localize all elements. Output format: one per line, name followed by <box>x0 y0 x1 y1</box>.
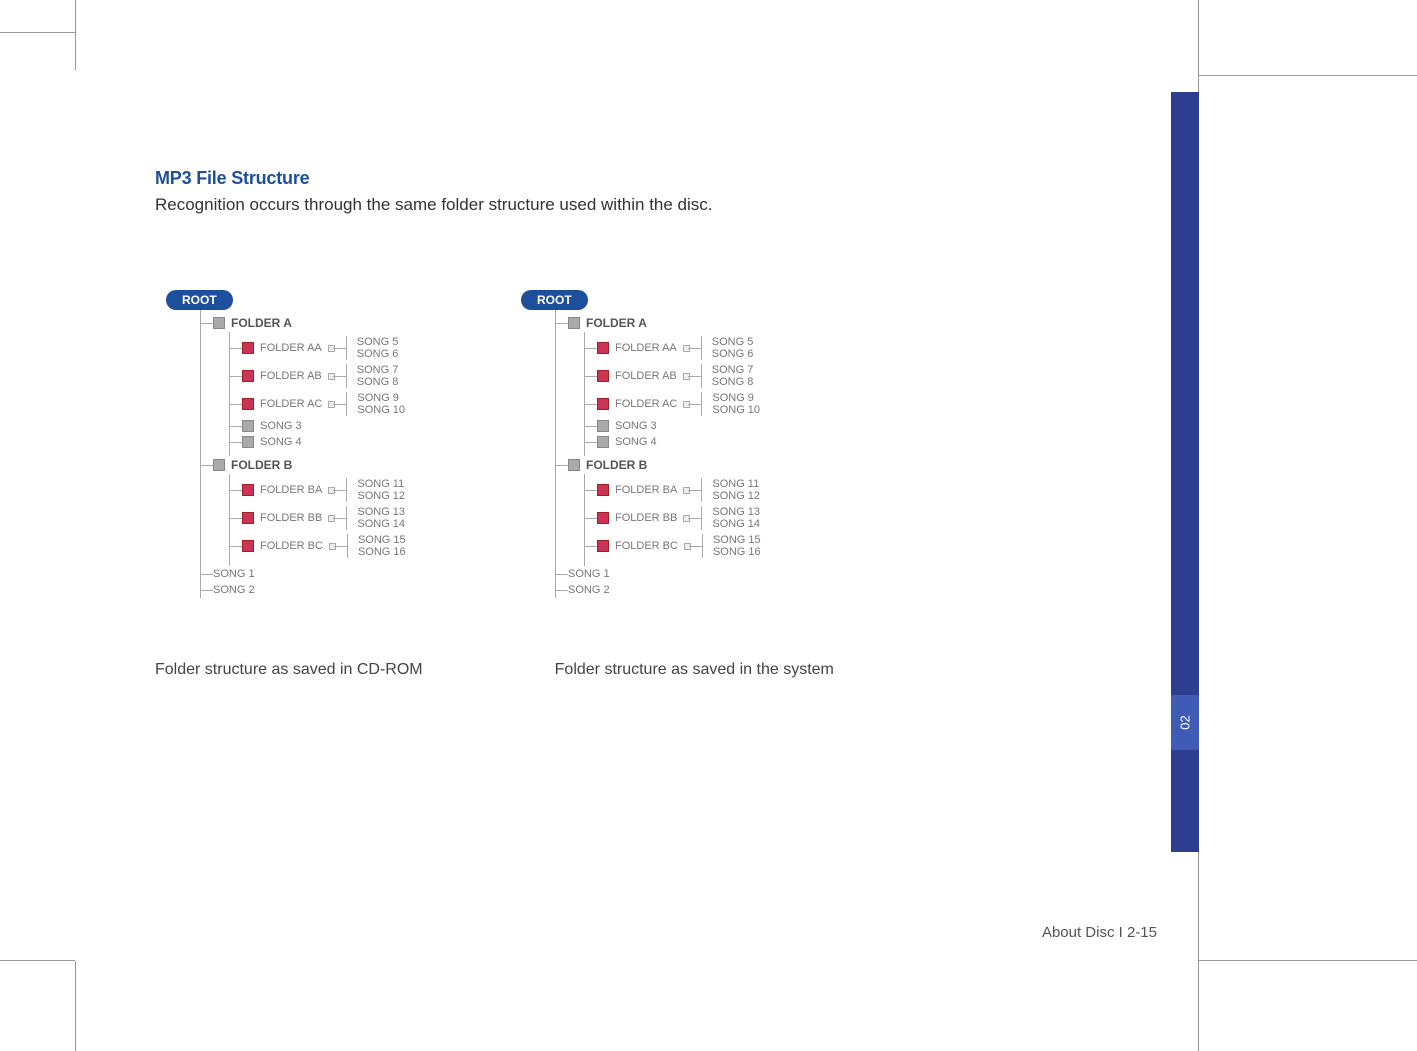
root-node: ROOT <box>521 290 588 310</box>
folder-ba-label: FOLDER BA <box>260 484 322 496</box>
folder-icon <box>568 459 580 471</box>
song-label: SONG 8 <box>712 376 754 388</box>
crop-mark <box>0 960 75 961</box>
file-icon <box>597 436 609 448</box>
song-label: SONG 15 <box>713 534 761 546</box>
song-label: SONG 16 <box>713 546 761 558</box>
folder-ac-label: FOLDER AC <box>260 398 322 410</box>
folder-ba-label: FOLDER BA <box>615 484 677 496</box>
song-label: SONG 11 <box>357 478 405 490</box>
root-node: ROOT <box>166 290 233 310</box>
folder-bb-label: FOLDER BB <box>615 512 677 524</box>
folder-ac-label: FOLDER AC <box>615 398 677 410</box>
folder-icon <box>213 459 225 471</box>
section-title: MP3 File Structure <box>155 168 1155 189</box>
folder-icon <box>242 398 254 410</box>
song-label: SONG 11 <box>712 478 760 490</box>
crop-mark <box>75 961 76 1051</box>
song-label: SONG 4 <box>260 436 302 448</box>
song-label: SONG 14 <box>712 518 760 530</box>
song-label: SONG 10 <box>712 404 760 416</box>
song-label: SONG 13 <box>712 506 760 518</box>
song-label: SONG 14 <box>357 518 405 530</box>
folder-icon <box>597 342 609 354</box>
file-icon <box>242 420 254 432</box>
folder-icon <box>597 398 609 410</box>
file-icon <box>242 436 254 448</box>
folder-icon <box>597 512 609 524</box>
folder-a-label: FOLDER A <box>231 316 292 330</box>
folder-aa-label: FOLDER AA <box>260 342 322 354</box>
folder-ab-label: FOLDER AB <box>615 370 677 382</box>
folder-icon <box>242 512 254 524</box>
folder-icon <box>597 370 609 382</box>
song-label: SONG 7 <box>357 364 399 376</box>
page-footer: About Disc I 2-15 <box>1042 924 1157 941</box>
folder-b-label: FOLDER B <box>586 458 647 472</box>
folder-bc-label: FOLDER BC <box>260 540 323 552</box>
song-label: SONG 12 <box>712 490 760 502</box>
song-label: SONG 3 <box>260 420 302 432</box>
song-label: SONG 5 <box>712 336 754 348</box>
folder-icon <box>568 317 580 329</box>
file-icon <box>597 420 609 432</box>
song-label: SONG 8 <box>357 376 399 388</box>
section-description: Recognition occurs through the same fold… <box>155 195 1155 215</box>
crop-mark <box>0 32 75 33</box>
song-label: SONG 16 <box>358 546 406 558</box>
folder-icon <box>597 484 609 496</box>
song-label: SONG 10 <box>357 404 405 416</box>
folder-icon <box>242 370 254 382</box>
chapter-tab-label: 02 <box>1178 715 1193 729</box>
folder-bc-label: FOLDER BC <box>615 540 678 552</box>
song-label: SONG 1 <box>213 568 255 580</box>
folder-icon <box>242 540 254 552</box>
song-label: SONG 2 <box>568 584 610 596</box>
folder-structure-diagrams: ROOT FOLDER A FOLDER AA SONG 5SONG 6 FOL… <box>155 285 1155 603</box>
song-label: SONG 5 <box>357 336 399 348</box>
song-label: SONG 4 <box>615 436 657 448</box>
crop-mark <box>1199 960 1417 961</box>
song-label: SONG 13 <box>357 506 405 518</box>
chapter-tab: 02 <box>1171 695 1199 750</box>
song-label: SONG 1 <box>568 568 610 580</box>
folder-a-label: FOLDER A <box>586 316 647 330</box>
tree-system: ROOT FOLDER A FOLDER AA SONG 5SONG 6 FOL… <box>510 285 840 603</box>
song-label: SONG 12 <box>357 490 405 502</box>
song-label: SONG 9 <box>357 392 405 404</box>
song-label: SONG 3 <box>615 420 657 432</box>
folder-icon <box>242 342 254 354</box>
song-label: SONG 9 <box>712 392 760 404</box>
crop-mark <box>1199 75 1417 76</box>
song-label: SONG 6 <box>357 348 399 360</box>
caption-right: Folder structure as saved in the system <box>555 661 834 679</box>
folder-bb-label: FOLDER BB <box>260 512 322 524</box>
crop-mark <box>75 0 76 70</box>
folder-ab-label: FOLDER AB <box>260 370 322 382</box>
song-label: SONG 6 <box>712 348 754 360</box>
folder-aa-label: FOLDER AA <box>615 342 677 354</box>
caption-left: Folder structure as saved in CD-ROM <box>155 661 423 679</box>
tree-cdrom: ROOT FOLDER A FOLDER AA SONG 5SONG 6 FOL… <box>155 285 485 603</box>
song-label: SONG 7 <box>712 364 754 376</box>
song-label: SONG 2 <box>213 584 255 596</box>
song-label: SONG 15 <box>358 534 406 546</box>
folder-icon <box>242 484 254 496</box>
folder-b-label: FOLDER B <box>231 458 292 472</box>
folder-icon <box>213 317 225 329</box>
folder-icon <box>597 540 609 552</box>
